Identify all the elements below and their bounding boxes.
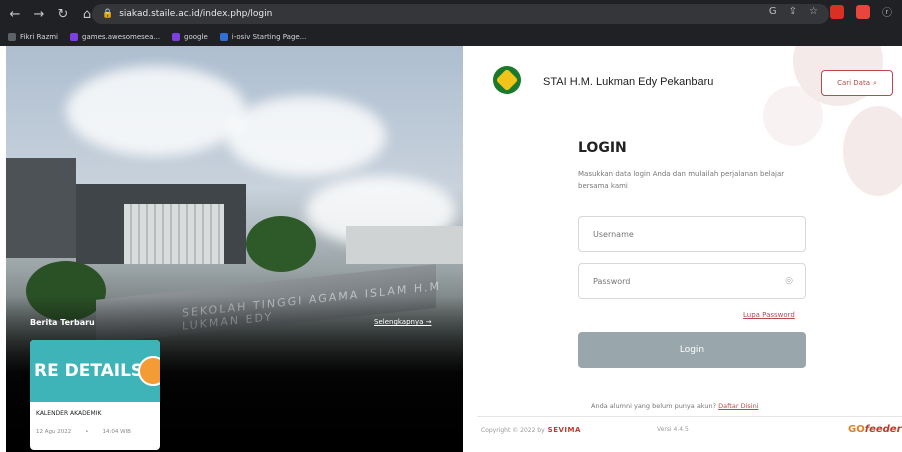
decor-petal (763, 86, 823, 146)
username-field[interactable] (578, 216, 806, 252)
bookmark-icon (219, 33, 228, 41)
sevima-logo: SEVIMA (547, 426, 581, 434)
lupa-password-link[interactable]: Lupa Password (743, 311, 795, 319)
news-image: RE DETAILS (30, 340, 160, 402)
profile-icon[interactable]: ⓡ (882, 4, 892, 19)
extension-icon-2[interactable] (856, 4, 870, 19)
password-input[interactable] (593, 276, 773, 286)
selengkapnya-link[interactable]: Selengkapnya → (374, 318, 432, 326)
cari-data-button[interactable]: Cari Data ⌕ (821, 70, 893, 96)
bookmark-icon (70, 33, 79, 41)
news-separator: • (85, 429, 89, 435)
news-time: 14:04 WIB (102, 429, 131, 435)
hero-panel: SEKOLAH TINGGI AGAMA ISLAM H.M LUKMAN ED… (6, 46, 463, 452)
version-text: Versi 4.4.5 (657, 426, 689, 433)
browser-toolbar: ← → ↻ ⌂ 🔒 siakad.staile.ac.id/index.php/… (0, 0, 902, 28)
news-meta: 12 Agu 2022 • 14:04 WIB (30, 417, 160, 435)
google-lens-icon[interactable]: G (769, 6, 777, 17)
news-badge-icon (138, 356, 160, 386)
institution-logo (493, 66, 521, 94)
extension-icon[interactable] (830, 4, 844, 19)
news-title: KALENDER AKADEMIK (36, 410, 102, 417)
building (346, 226, 463, 264)
star-icon[interactable]: ☆ (809, 6, 818, 17)
bookmark-icon (172, 33, 181, 41)
address-bar[interactable]: 🔒 siakad.staile.ac.id/index.php/login (92, 4, 829, 24)
login-button[interactable]: Login (578, 332, 806, 368)
bookmark-item[interactable]: games.awesomesea... (70, 33, 160, 41)
berita-title: Berita Terbaru (30, 318, 95, 327)
bookmark-icon (8, 33, 16, 41)
decor-petal (843, 106, 902, 196)
url-text: siakad.staile.ac.id/index.php/login (119, 9, 273, 19)
search-icon: ⌕ (873, 78, 877, 87)
bookmarks-bar: Fikri Razmi games.awesomesea... google i… (0, 28, 902, 46)
share-icon[interactable]: ⇪ (789, 6, 797, 17)
bookmark-item[interactable]: google (172, 33, 208, 41)
footer-divider (477, 416, 902, 417)
daftar-link[interactable]: Daftar Disini (718, 402, 758, 410)
cloud (226, 96, 386, 176)
login-subtitle: Masukkan data login Anda dan mulailah pe… (578, 170, 785, 190)
cloud (66, 66, 246, 156)
forward-icon[interactable]: → (32, 7, 46, 22)
browser-actions: G ⇪ ☆ ⓡ (769, 4, 892, 19)
eye-icon[interactable]: ◎ (785, 276, 793, 286)
tree (246, 216, 316, 272)
gofeeder-logo: GOfeeder (848, 424, 902, 435)
alumni-text: Anda alumni yang belum punya akun? Dafta… (591, 402, 759, 410)
building-facade (124, 204, 224, 264)
news-date: 12 Agu 2022 (36, 429, 72, 435)
reload-icon[interactable]: ↻ (56, 7, 70, 22)
login-panel: STAI H.M. Lukman Edy Pekanbaru Cari Data… (463, 46, 902, 452)
back-icon[interactable]: ← (8, 7, 22, 22)
copyright: Copyright © 2022 by SEVIMA (481, 426, 581, 434)
bookmark-item[interactable]: i-osiv Starting Page... (219, 33, 306, 41)
username-input[interactable] (593, 229, 773, 239)
news-card[interactable]: RE DETAILS KALENDER AKADEMIK 12 Agu 2022… (30, 340, 160, 450)
building (6, 158, 76, 258)
institution-name: STAI H.M. Lukman Edy Pekanbaru (543, 76, 714, 88)
browser-nav: ← → ↻ ⌂ (0, 7, 94, 22)
login-title: LOGIN (578, 140, 627, 156)
bookmark-item[interactable]: Fikri Razmi (8, 33, 58, 41)
lock-icon: 🔒 (102, 9, 114, 19)
password-field[interactable]: ◎ (578, 263, 806, 299)
